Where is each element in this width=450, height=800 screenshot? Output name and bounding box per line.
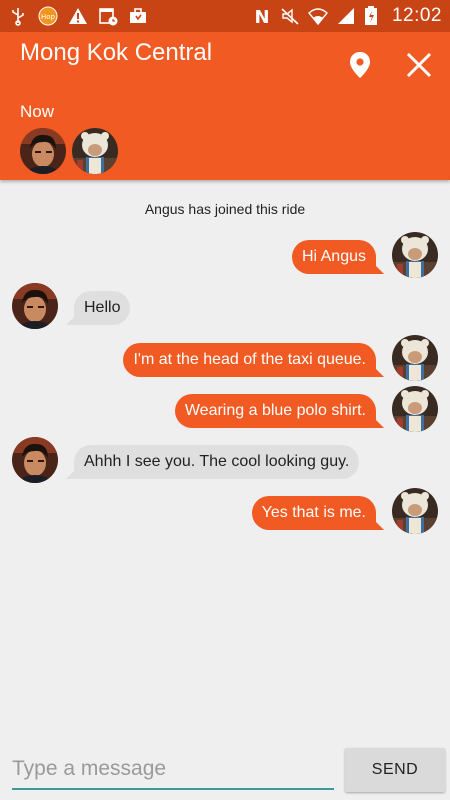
message-row-outgoing: I'm at the head of the taxi queue. — [0, 335, 450, 385]
message-bubble-outgoing[interactable]: Yes that is me. — [251, 496, 385, 530]
avatar[interactable] — [392, 335, 438, 381]
avatar[interactable] — [392, 386, 438, 432]
close-button[interactable] — [402, 50, 436, 84]
message-row-outgoing: Wearing a blue polo shirt. — [0, 386, 450, 436]
signal-icon — [336, 6, 356, 26]
avatar[interactable] — [20, 128, 66, 174]
usb-icon — [8, 6, 28, 26]
message-row-incoming: Ahhh I see you. The cool looking guy. — [0, 437, 450, 487]
location-pin-icon — [349, 51, 371, 84]
status-bar-system: N 12:02 — [252, 5, 442, 28]
message-input[interactable] — [12, 750, 334, 790]
message-bubble-incoming[interactable]: Ahhh I see you. The cool looking guy. — [65, 445, 360, 479]
wifi-icon — [307, 6, 328, 26]
status-bar-notifications: Hop — [8, 5, 148, 27]
battery-icon — [364, 6, 384, 26]
message-row-outgoing: Yes that is me. — [0, 488, 450, 538]
avatar[interactable] — [392, 232, 438, 278]
ride-time-subtitle: Now — [20, 102, 55, 121]
avatar[interactable] — [12, 283, 58, 329]
send-button[interactable]: SEND — [345, 748, 445, 792]
message-row-incoming: Hello — [0, 283, 450, 333]
message-bubble-incoming[interactable]: Hello — [65, 291, 131, 325]
status-bar: Hop N 12:02 — [0, 0, 450, 32]
app-badge-icon: Hop — [38, 6, 58, 26]
ride-header: Mong Kok Central Now — [0, 32, 450, 180]
close-icon — [406, 52, 432, 83]
location-pin-button[interactable] — [343, 50, 377, 84]
avatar[interactable] — [12, 437, 58, 483]
svg-text:N: N — [254, 7, 269, 26]
message-bubble-outgoing[interactable]: Hi Angus — [291, 240, 385, 274]
briefcase-icon — [128, 6, 148, 26]
nfc-icon: N — [252, 6, 272, 28]
message-bubble-outgoing[interactable]: I'm at the head of the taxi queue. — [123, 343, 384, 377]
participant-avatars — [20, 128, 118, 174]
system-message: Angus has joined this ride — [144, 201, 306, 217]
message-composer: SEND — [0, 740, 450, 800]
ride-location-title: Mong Kok Central — [20, 39, 213, 66]
calendar-clock-icon — [98, 6, 118, 26]
warning-icon — [68, 6, 88, 26]
status-time: 12:02 — [391, 5, 442, 26]
message-row-outgoing: Hi Angus — [0, 232, 450, 282]
avatar[interactable] — [72, 128, 118, 174]
mute-icon — [280, 6, 300, 26]
avatar[interactable] — [392, 488, 438, 534]
message-bubble-outgoing[interactable]: Wearing a blue polo shirt. — [174, 394, 385, 428]
svg-text:Hop: Hop — [41, 13, 56, 21]
